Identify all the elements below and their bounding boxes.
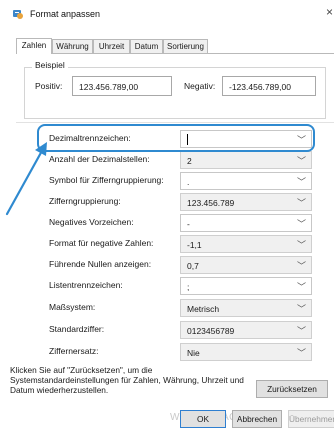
tab-zahlen[interactable]: Zahlen — [16, 38, 52, 54]
arrow-annotation — [5, 142, 47, 216]
cancel-button[interactable]: Abbrechen — [232, 410, 282, 428]
ok-button[interactable]: OK — [180, 410, 226, 428]
reset-info-text: Klicken Sie auf "Zurücksetzen", um die S… — [10, 365, 244, 395]
reset-button[interactable]: Zurücksetzen — [256, 380, 328, 398]
apply-button[interactable]: Übernehmen — [288, 410, 334, 428]
